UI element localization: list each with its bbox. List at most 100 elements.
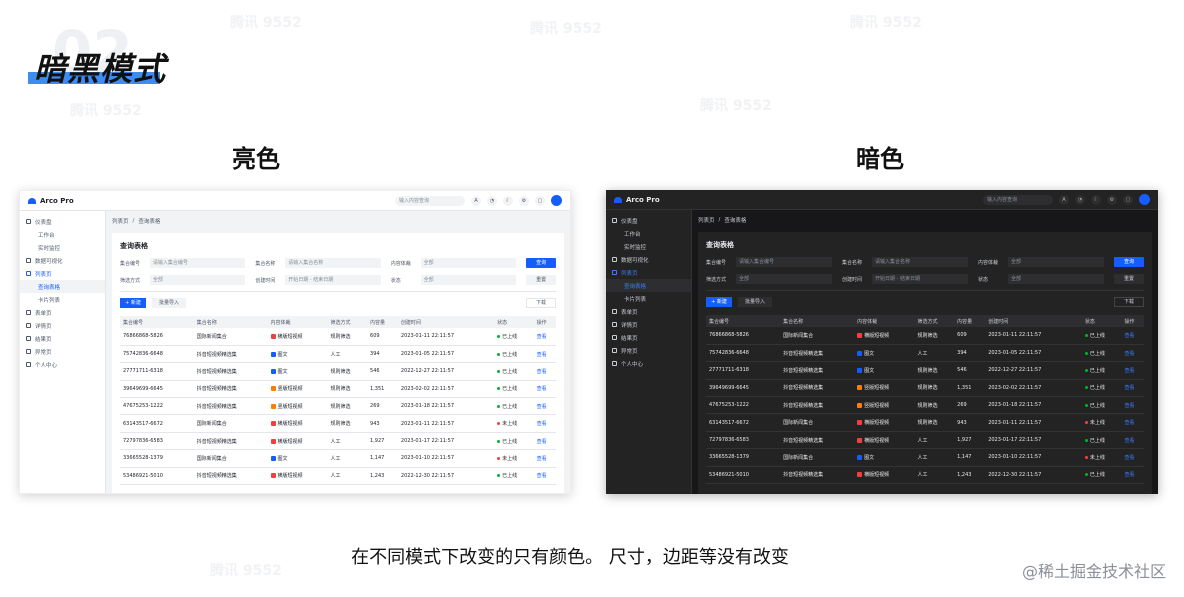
time-range-picker[interactable]: 开始日期 - 结束日期 <box>285 275 381 285</box>
sidebar-item[interactable]: 工作台 <box>606 227 691 240</box>
sidebar-item[interactable]: 异常页 <box>20 345 105 358</box>
sidebar-item[interactable]: 详情页 <box>20 319 105 332</box>
status-dot <box>1084 403 1088 407</box>
table-cell[interactable]: 查看 <box>1121 344 1144 363</box>
sidebar-item[interactable]: 详情页 <box>606 318 691 331</box>
sidebar: 仪表盘 工作台实时监控数据可视化列表页 查询表格 卡片列表表单页详情页 结果页 异常页 个人… <box>606 210 692 494</box>
type-select[interactable]: 全部 <box>420 258 517 268</box>
name-input[interactable]: 请输入集合名称 <box>285 258 381 268</box>
id-input[interactable]: 请输入集合编号 <box>736 257 832 267</box>
download-button[interactable]: 下载 <box>526 298 556 308</box>
table-cell[interactable]: 查看 <box>533 397 556 416</box>
method-select[interactable]: 全部 <box>149 275 246 285</box>
table-row: 76866868-5826 国际新闻集合 横版短视频 规则筛选 609 2023-01-1… <box>706 327 1144 345</box>
id-input[interactable]: 请输入集合编号 <box>149 258 246 268</box>
table-cell[interactable]: 查看 <box>1121 448 1144 467</box>
query-button[interactable]: 查询 <box>526 258 556 268</box>
status-select[interactable]: 全部 <box>420 275 517 285</box>
fullscreen-icon[interactable]: ▢ <box>535 195 545 206</box>
table-cell: 546 <box>367 362 398 381</box>
sidebar-item[interactable]: 结果页 <box>20 332 105 345</box>
sidebar-item[interactable]: 结果页 <box>606 331 691 344</box>
table-cell: 抖音短视频精选集 <box>780 396 855 415</box>
sidebar-item[interactable]: 仪表盘 <box>20 215 105 228</box>
sidebar-item[interactable]: 卡片列表 <box>606 292 691 305</box>
sidebar-item[interactable]: 查询表格 <box>20 280 105 293</box>
time-range-picker[interactable]: 开始日期 - 结束日期 <box>872 274 968 284</box>
sidebar-item[interactable]: 数据可视化 <box>606 253 691 266</box>
avatar[interactable] <box>551 195 562 206</box>
sidebar-item-label: 数据可视化 <box>621 257 649 264</box>
new-button[interactable]: + 新建 <box>120 298 146 308</box>
reset-button[interactable]: 重置 <box>1114 274 1144 284</box>
notification-icon[interactable]: ◔ <box>487 195 497 206</box>
table-cell[interactable]: 查看 <box>533 432 556 451</box>
sidebar-item[interactable]: 数据可视化 <box>20 254 105 267</box>
avatar[interactable] <box>1139 194 1150 205</box>
sidebar-item[interactable]: 个人中心 <box>20 358 105 371</box>
sidebar-item[interactable]: 工作台 <box>20 228 105 241</box>
language-icon[interactable]: A <box>1059 194 1069 205</box>
notification-icon[interactable]: ◔ <box>1075 194 1085 205</box>
new-button[interactable]: + 新建 <box>706 297 732 307</box>
language-icon[interactable]: A <box>471 195 481 206</box>
sidebar-item[interactable]: 表单页 <box>20 306 105 319</box>
sidebar-item-label: 实时监控 <box>624 244 647 251</box>
table-cell[interactable]: 查看 <box>1121 396 1144 415</box>
table-cell[interactable]: 查看 <box>533 467 556 486</box>
reset-button[interactable]: 重置 <box>526 275 556 285</box>
table-cell[interactable]: 查看 <box>533 449 556 468</box>
breadcrumb-item[interactable]: 列表页 <box>698 216 715 224</box>
table-cell[interactable]: 查看 <box>533 328 556 346</box>
sidebar-item[interactable]: 列表页 <box>606 266 691 279</box>
header-search-input[interactable]: 输入内容查询 <box>983 194 1053 205</box>
header-search-input[interactable]: 输入内容查询 <box>395 195 465 206</box>
name-input[interactable]: 请输入集合名称 <box>872 257 968 267</box>
table-cell[interactable]: 查看 <box>1121 466 1144 485</box>
theme-toggle-icon[interactable]: ☾ <box>503 195 513 206</box>
table-cell[interactable]: 查看 <box>533 380 556 399</box>
sidebar-item[interactable]: 表单页 <box>606 305 691 318</box>
import-button[interactable]: 批量导入 <box>738 297 772 307</box>
table-cell: 已上线 <box>494 328 534 346</box>
column-header: 筛选方式 <box>914 315 955 327</box>
table-cell[interactable]: 查看 <box>1121 431 1144 450</box>
status-select[interactable]: 全部 <box>1008 274 1104 284</box>
sidebar-item[interactable]: 异常页 <box>606 344 691 357</box>
content-type-icon <box>857 385 863 391</box>
status-dot <box>1084 333 1088 337</box>
table-row: 72797836-6583 抖音短视频精选集 横版短视频 人工 1,927 2023-01… <box>120 432 556 451</box>
table-cell[interactable]: 查看 <box>1121 413 1144 432</box>
settings-icon[interactable]: ⚙ <box>519 195 529 206</box>
table-cell[interactable]: 查看 <box>533 414 556 433</box>
type-select[interactable]: 全部 <box>1008 257 1104 267</box>
table-cell: 1,243 <box>954 466 986 485</box>
import-button[interactable]: 批量导入 <box>152 298 186 308</box>
sidebar-item[interactable]: 卡片列表 <box>20 293 105 306</box>
table-cell[interactable]: 查看 <box>1121 379 1144 398</box>
table-cell: 抖音短视频精选集 <box>193 380 268 399</box>
table-cell[interactable]: 查看 <box>1121 327 1144 345</box>
theme-toggle-icon[interactable]: ☾ <box>1091 194 1101 205</box>
breadcrumb-item[interactable]: 列表页 <box>112 217 129 225</box>
fullscreen-icon[interactable]: ▢ <box>1123 194 1133 205</box>
sidebar-item[interactable]: 个人中心 <box>606 357 691 370</box>
table-cell[interactable]: 查看 <box>1121 361 1144 380</box>
sidebar-item[interactable]: 仪表盘 <box>606 214 691 227</box>
status-dot <box>1084 473 1088 477</box>
sidebar-item[interactable]: 查询表格 <box>606 279 691 292</box>
sidebar-item-label: 表单页 <box>621 309 638 316</box>
settings-icon[interactable]: ⚙ <box>1107 194 1117 205</box>
sidebar-item[interactable]: 列表页 <box>20 267 105 280</box>
method-select[interactable]: 全部 <box>736 274 832 284</box>
table-cell: 943 <box>367 414 398 433</box>
table-cell[interactable]: 查看 <box>533 345 556 364</box>
query-button[interactable]: 查询 <box>1114 257 1144 267</box>
table-cell[interactable]: 查看 <box>533 362 556 381</box>
sidebar-item-label: 查询表格 <box>38 284 61 291</box>
content-type-icon <box>857 332 863 338</box>
download-button[interactable]: 下载 <box>1114 297 1144 307</box>
sidebar-item[interactable]: 实时监控 <box>20 241 105 254</box>
menu-icon <box>612 257 617 262</box>
sidebar-item[interactable]: 实时监控 <box>606 240 691 253</box>
